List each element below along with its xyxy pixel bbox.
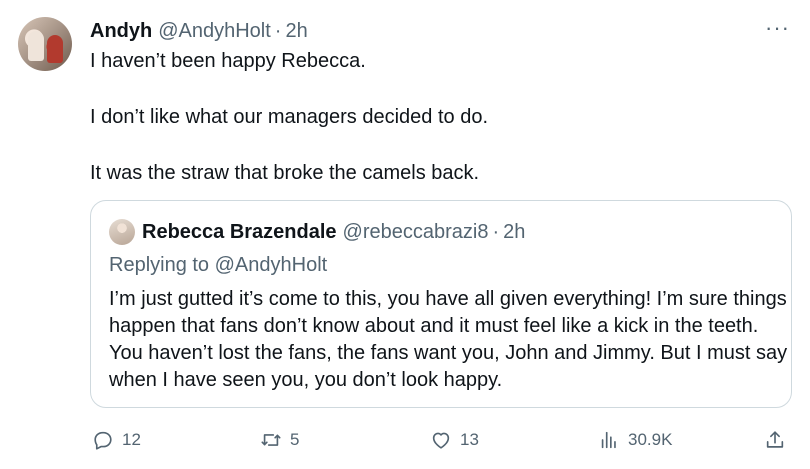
reply-count: 12: [122, 430, 141, 449]
quoted-author-avatar: [109, 219, 135, 245]
tweet-time[interactable]: 2h: [285, 18, 307, 44]
views-icon: [601, 431, 616, 449]
quoted-header-separator: ·: [492, 221, 500, 243]
share-button[interactable]: [764, 424, 786, 456]
share-icon: [766, 431, 784, 448]
views-button[interactable]: 30.9K: [598, 424, 672, 456]
retweet-icon: [261, 434, 281, 446]
like-button[interactable]: 13: [430, 424, 479, 456]
quoted-tweet-time: 2h: [503, 221, 526, 243]
tweet-paragraph: I haven’t been happy Rebecca.: [90, 50, 366, 72]
author-avatar[interactable]: [18, 17, 72, 71]
tweet-paragraph: It was the straw that broke the camels b…: [90, 162, 480, 184]
like-count: 13: [460, 430, 479, 449]
retweet-count: 5: [290, 430, 300, 449]
quoted-tweet-header: Rebecca Brazendale @rebeccabrazi8 · 2h: [142, 220, 525, 244]
quoted-author-name: Rebecca Brazendale: [142, 221, 337, 243]
replying-to-label: Replying to @AndyhHolt: [109, 254, 328, 276]
views-count: 30.9K: [628, 430, 673, 449]
reply-button[interactable]: 12: [92, 424, 141, 456]
retweet-button[interactable]: 5: [260, 424, 299, 456]
avatar-figure: [28, 31, 44, 61]
author-handle[interactable]: @AndyhHolt: [158, 18, 271, 44]
tweet-actions: 12 5 13 30.9K: [0, 424, 810, 456]
quoted-tweet-text: I’m just gutted it’s come to this, you h…: [109, 288, 788, 391]
reply-icon: [94, 431, 112, 450]
like-icon: [432, 432, 450, 449]
tweet-header: Andyh @AndyhHolt · 2h: [90, 18, 308, 44]
more-options-icon[interactable]: ···: [765, 16, 790, 40]
quoted-tweet[interactable]: Rebecca Brazendale @rebeccabrazi8 · 2h R…: [90, 200, 792, 408]
header-separator: ·: [274, 20, 282, 42]
tweet-paragraph: I don’t like what our managers decided t…: [90, 106, 489, 128]
author-name[interactable]: Andyh: [90, 18, 152, 44]
tweet-body: I haven’t been happy Rebecca. I don’t li…: [90, 48, 790, 186]
quoted-author-handle: @rebeccabrazi8: [342, 221, 489, 243]
avatar-figure: [47, 35, 63, 63]
